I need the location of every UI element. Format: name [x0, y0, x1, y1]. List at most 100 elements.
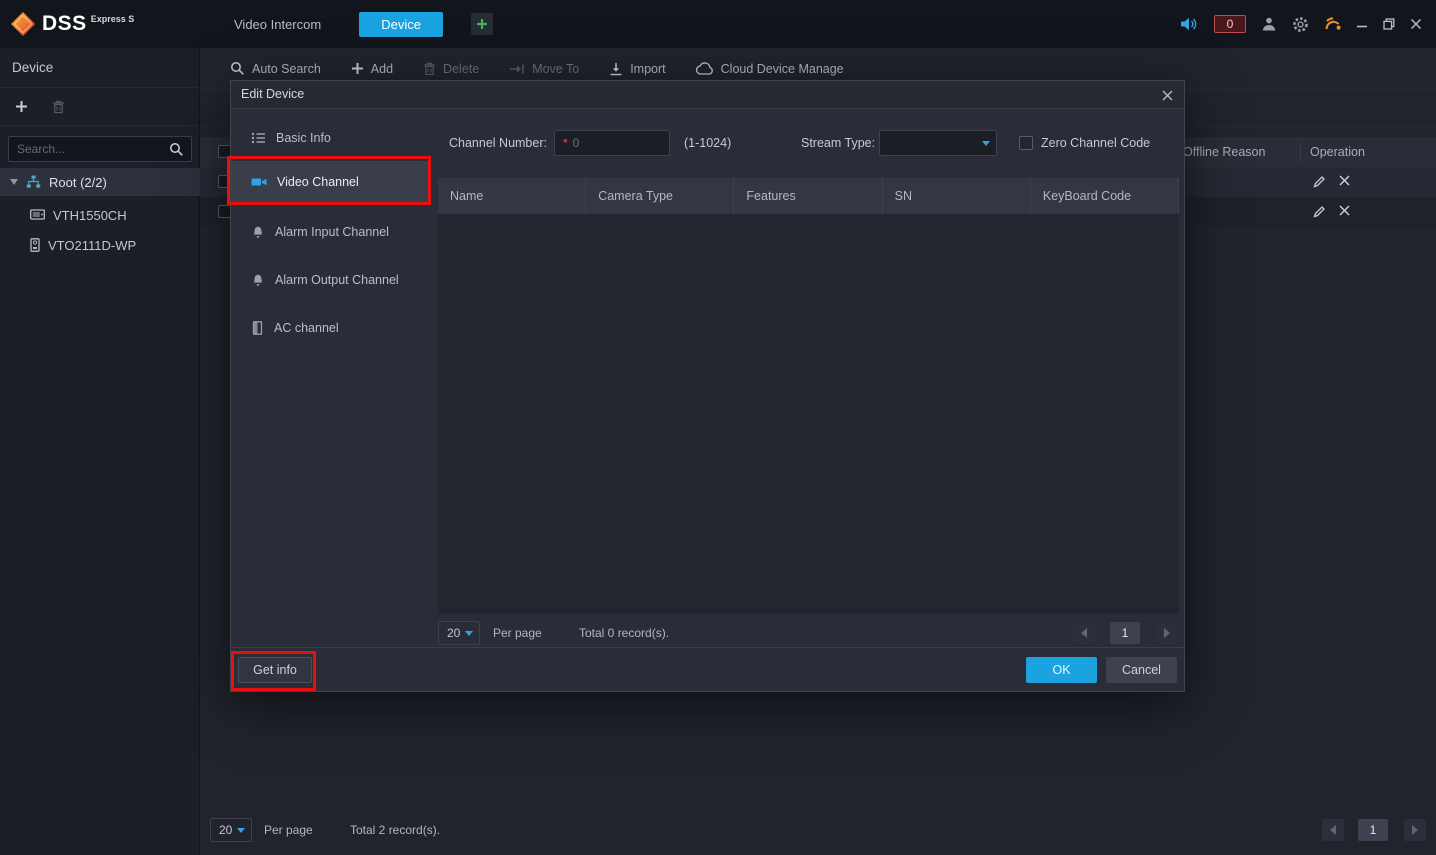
channel-number-input[interactable]: * 0 [554, 130, 670, 156]
zero-channel-code-checkbox[interactable] [1019, 136, 1033, 150]
close-button[interactable] [1410, 18, 1422, 30]
nav-alarm-output-channel[interactable]: Alarm Output Channel [231, 263, 429, 297]
prev-page-button[interactable] [1073, 622, 1095, 644]
zero-channel-code-label: Zero Channel Code [1041, 129, 1150, 157]
current-page[interactable]: 1 [1110, 622, 1140, 644]
chevron-down-icon [237, 828, 245, 833]
channel-table-body-empty [438, 214, 1179, 614]
toolbar-add[interactable]: Add [351, 62, 393, 76]
minimize-button[interactable] [1356, 18, 1368, 30]
toolbar-import[interactable]: Import [609, 62, 665, 76]
ok-button[interactable]: OK [1026, 657, 1097, 683]
dialog-footer: Get info OK Cancel [231, 647, 1184, 691]
chevron-left-icon [1330, 825, 1336, 835]
vth-monitor-icon [30, 209, 45, 222]
add-group-button[interactable] [15, 100, 28, 113]
toolbar-cloud-device-manage[interactable]: Cloud Device Manage [696, 62, 844, 76]
tree-node-label: VTH1550CH [53, 208, 127, 223]
column-offline-reason: Offline Reason [1183, 137, 1265, 167]
edit-device-dialog: Edit Device Basic Info Video Channel [230, 80, 1185, 692]
tree-node-label: Root (2/2) [49, 175, 107, 190]
edit-device-icon[interactable] [1313, 175, 1326, 188]
tree-node-vto[interactable]: VTO2111D-WP [0, 231, 200, 259]
vto-station-icon [30, 238, 40, 252]
total-records-label: Total 0 record(s). [579, 621, 669, 645]
search-input[interactable] [9, 137, 191, 161]
panel-title: Device [0, 48, 199, 88]
delete-device-icon[interactable] [1339, 205, 1350, 218]
toolbar-auto-search[interactable]: Auto Search [230, 61, 321, 76]
dialog-nav: Basic Info Video Channel Alarm Input Cha… [231, 109, 429, 647]
brand-diamond-icon [10, 11, 36, 37]
nav-ac-channel[interactable]: AC channel [231, 311, 429, 345]
new-tab-button[interactable] [471, 13, 493, 35]
column-camera-type: Camera Type [586, 178, 734, 214]
column-divider [1300, 143, 1301, 161]
device-tree-panel: Device Root (2/2) [0, 48, 200, 855]
toolbar-move-to[interactable]: Move To [509, 62, 579, 76]
column-features: Features [734, 178, 882, 214]
tree-node-root[interactable]: Root (2/2) [0, 168, 200, 196]
get-info-button[interactable]: Get info [238, 657, 312, 683]
toolbar-delete[interactable]: Delete [423, 62, 479, 76]
organization-icon [26, 175, 41, 189]
alarm-center-icon[interactable] [1324, 16, 1341, 32]
chevron-down-icon [465, 631, 473, 636]
required-mark: * [563, 136, 568, 150]
restore-button[interactable] [1383, 18, 1395, 30]
tree-node-vth[interactable]: VTH1550CH [0, 201, 200, 229]
delete-group-button[interactable] [52, 100, 65, 114]
dialog-header: Edit Device [231, 81, 1184, 109]
dialog-title: Edit Device [231, 81, 1184, 108]
cloud-icon [696, 62, 714, 75]
video-camera-icon [251, 175, 267, 189]
nav-basic-info[interactable]: Basic Info [231, 121, 429, 155]
chevron-right-icon [1412, 825, 1418, 835]
main-pagination: 20 Per page Total 2 record(s). 1 [200, 815, 1436, 845]
per-page-select[interactable]: 20 [438, 621, 480, 645]
settings-gear-icon[interactable] [1292, 16, 1309, 33]
chevron-left-icon [1081, 628, 1087, 638]
dialog-close-button[interactable] [1158, 86, 1176, 104]
next-page-button[interactable] [1404, 819, 1426, 841]
per-page-select[interactable]: 20 [210, 818, 252, 842]
search-icon [230, 61, 245, 76]
channel-number-hint: (1-1024) [684, 129, 731, 157]
brand-name: DSS [42, 11, 87, 37]
nav-video-channel[interactable]: Video Channel [231, 161, 429, 203]
import-icon [609, 62, 623, 76]
bell-icon [251, 273, 265, 287]
stream-type-label: Stream Type: [801, 129, 875, 157]
app-logo: DSS Express S [0, 11, 200, 37]
column-name: Name [438, 178, 586, 214]
edit-device-icon[interactable] [1313, 205, 1326, 218]
plus-icon [351, 62, 364, 75]
tab-video-intercom[interactable]: Video Intercom [224, 12, 331, 37]
door-icon [251, 321, 264, 335]
list-icon [251, 131, 266, 145]
delete-device-icon[interactable] [1339, 175, 1350, 188]
cancel-button[interactable]: Cancel [1106, 657, 1177, 683]
stream-type-select[interactable] [879, 130, 997, 156]
titlebar: DSS Express S Video Intercom Device 0 [0, 0, 1436, 48]
channel-table-header: Name Camera Type Features SN KeyBoard Co… [438, 178, 1179, 214]
brand-edition: Express S [91, 14, 135, 24]
move-to-icon [509, 63, 525, 75]
nav-alarm-input-channel[interactable]: Alarm Input Channel [231, 215, 429, 249]
tab-device[interactable]: Device [359, 12, 443, 37]
search-box [8, 136, 192, 162]
prev-page-button[interactable] [1322, 819, 1344, 841]
user-icon[interactable] [1261, 16, 1277, 32]
chevron-right-icon [1164, 628, 1170, 638]
column-sn: SN [883, 178, 1031, 214]
bell-icon [251, 225, 265, 239]
speaker-icon[interactable] [1180, 16, 1199, 32]
search-icon[interactable] [169, 142, 184, 157]
next-page-button[interactable] [1156, 622, 1178, 644]
collapse-caret-icon[interactable] [10, 179, 18, 185]
trash-icon [423, 62, 436, 76]
current-page[interactable]: 1 [1358, 819, 1388, 841]
per-page-label: Per page [493, 621, 542, 645]
video-channel-pane: Channel Number: * 0 (1-1024) Stream Type… [429, 109, 1184, 647]
alarm-count-badge[interactable]: 0 [1214, 15, 1246, 33]
